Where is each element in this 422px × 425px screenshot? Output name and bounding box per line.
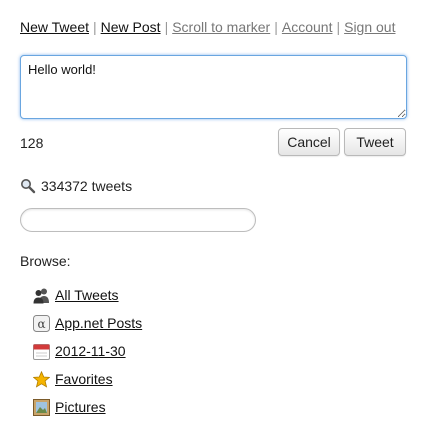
- browse-list: All Tweets α App.net Posts 2012-11-30 Fa…: [33, 281, 142, 421]
- browse-link-date[interactable]: 2012-11-30: [55, 343, 126, 359]
- magnifier-icon: [21, 179, 36, 194]
- top-navigation: New Tweet | New Post | Scroll to marker | Acco…: [20, 19, 395, 35]
- tweet-count-text: 334372 tweets: [41, 178, 133, 194]
- svg-text:α: α: [37, 317, 45, 331]
- page: New Tweet | New Post | Scroll to marker | Acco…: [0, 0, 422, 425]
- browse-item-appnet-posts: α App.net Posts: [33, 309, 142, 337]
- new-tweet-link[interactable]: New Tweet: [20, 19, 89, 35]
- nav-separator: |: [274, 19, 278, 35]
- browse-link-appnet-posts[interactable]: App.net Posts: [55, 315, 142, 331]
- alpha-icon: α: [33, 314, 50, 332]
- browse-link-all-tweets[interactable]: All Tweets: [55, 287, 119, 303]
- account-link[interactable]: Account: [282, 19, 333, 35]
- nav-separator: |: [336, 19, 341, 35]
- browse-label: Browse:: [20, 253, 71, 269]
- sign-out-link[interactable]: Sign out: [344, 19, 395, 35]
- browse-item-all-tweets: All Tweets: [33, 281, 142, 309]
- browse-item-favorites: Favorites: [33, 365, 142, 393]
- character-counter: 128: [20, 135, 44, 151]
- browse-item-pictures: Pictures: [33, 393, 142, 421]
- browse-link-favorites[interactable]: Favorites: [55, 371, 113, 387]
- compose-textarea[interactable]: [20, 55, 407, 119]
- picture-icon: [33, 398, 50, 416]
- tweet-count: 334372 tweets: [20, 178, 132, 194]
- new-post-link[interactable]: New Post: [101, 19, 161, 35]
- nav-separator: |: [164, 19, 169, 35]
- star-icon: [33, 370, 50, 388]
- browse-link-pictures[interactable]: Pictures: [55, 399, 106, 415]
- scroll-to-marker-link[interactable]: Scroll to marker: [172, 19, 270, 35]
- search-input[interactable]: [20, 208, 256, 232]
- cancel-button[interactable]: Cancel: [278, 128, 340, 156]
- tweet-button[interactable]: Tweet: [344, 128, 406, 156]
- calendar-icon: [33, 343, 50, 360]
- browse-item-date: 2012-11-30: [33, 337, 142, 365]
- nav-separator: |: [93, 19, 97, 35]
- people-icon: [33, 287, 50, 304]
